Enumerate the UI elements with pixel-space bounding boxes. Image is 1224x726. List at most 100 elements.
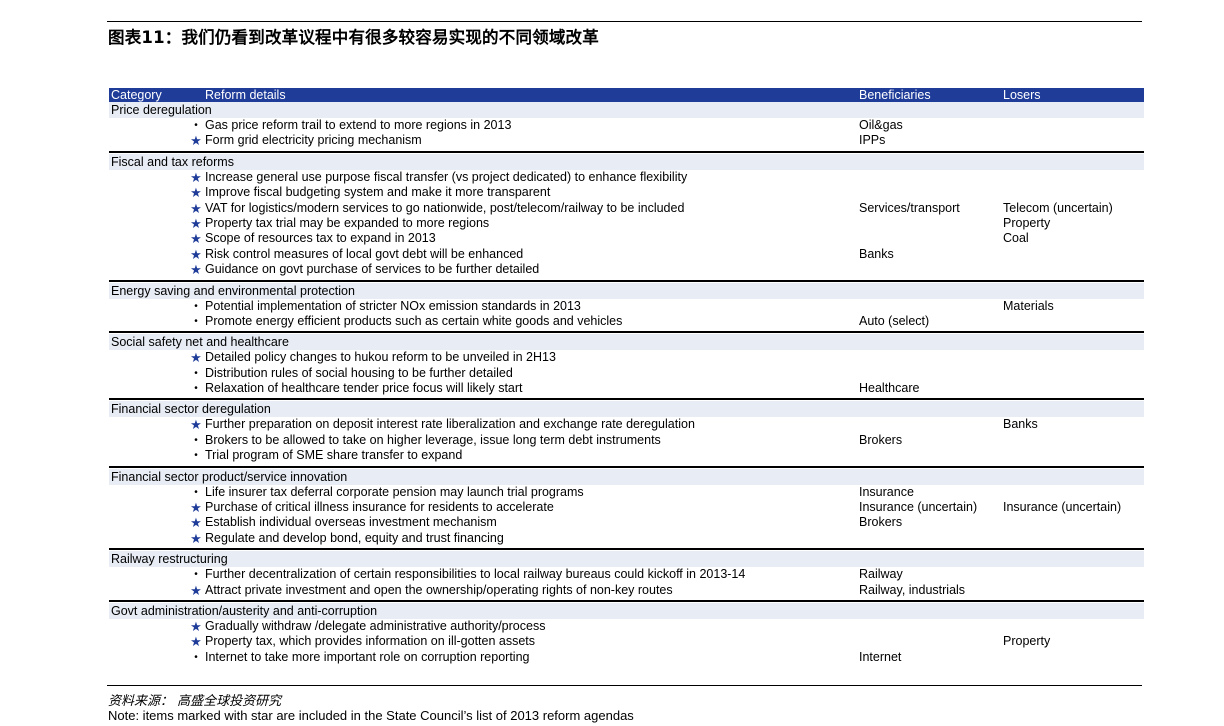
table-row: • Distribution rules of social housing to…	[109, 366, 1144, 381]
reform-detail: Attract private investment and open the …	[205, 582, 673, 597]
star-icon: ★	[190, 246, 202, 262]
star-icon: ★	[190, 515, 202, 531]
reform-detail: Distribution rules of social housing to …	[205, 365, 513, 380]
category-row: Energy saving and environmental protecti…	[109, 282, 1144, 299]
table-body: Price deregulation • Gas price reform trai…	[109, 102, 1144, 665]
star-icon: ★	[190, 350, 202, 366]
footnote: Note: items marked with star are include…	[108, 708, 634, 723]
reform-detail: Internet to take more important role on …	[205, 649, 530, 664]
reform-detail: Further preparation on deposit interest …	[205, 417, 695, 432]
bullet-icon: •	[194, 383, 198, 395]
section-divider	[109, 548, 1144, 551]
table-row: ★ Improve fiscal budgeting system and mak…	[109, 185, 1144, 200]
table-row: • Gas price reform trail to extend to mor…	[109, 118, 1144, 133]
category-row: Fiscal and tax reforms	[109, 153, 1144, 170]
bullet-icon: •	[194, 120, 198, 131]
beneficiaries-cell: Services/transport	[859, 200, 960, 215]
star-icon: ★	[190, 200, 202, 216]
reform-detail: Purchase of critical illness insurance f…	[205, 500, 554, 515]
top-rule	[107, 21, 1142, 22]
table-row: ★ Purchase of critical illness insurance …	[109, 500, 1144, 515]
star-icon: ★	[190, 262, 202, 278]
losers-cell: Insurance (uncertain)	[1003, 500, 1122, 515]
table-row: • Potential implementation of stricter NO…	[109, 299, 1144, 314]
reform-detail: Further decentralization of certain resp…	[205, 567, 746, 582]
category-row: Govt administration/austerity and anti-c…	[109, 602, 1144, 619]
table-row: ★ Scope of resources tax to expand in 201…	[109, 231, 1144, 246]
beneficiaries-cell: Banks	[859, 246, 894, 261]
table-row: ★ Further preparation on deposit interest…	[109, 417, 1144, 432]
reform-detail: Detailed policy changes to hukou reform …	[205, 350, 556, 365]
star-icon: ★	[190, 133, 202, 149]
star-icon: ★	[190, 417, 202, 433]
table-header: Category Reform details Beneficiaries Lo…	[109, 88, 1144, 102]
bullet-icon: •	[194, 367, 198, 379]
table-row: • Internet to take more important role on…	[109, 650, 1144, 665]
star-icon: ★	[190, 530, 202, 546]
header-losers: Losers	[1003, 88, 1041, 102]
section-divider	[109, 279, 1144, 282]
table-row: ★ VAT for logistics/modern services to go…	[109, 201, 1144, 216]
reform-detail: Increase general use purpose fiscal tran…	[205, 169, 688, 184]
star-icon: ★	[190, 582, 202, 598]
reform-detail: Establish individual overseas investment…	[205, 515, 497, 530]
beneficiaries-cell: Brokers	[859, 515, 903, 530]
reform-detail: Trial program of SME share transfer to e…	[205, 448, 463, 463]
beneficiaries-cell: Insurance	[859, 484, 914, 499]
table-row: ★ Risk control measures of local govt deb…	[109, 247, 1144, 262]
category-row: Railway restructuring	[109, 551, 1144, 568]
losers-cell: Property	[1003, 634, 1051, 649]
reform-detail: Scope of resources tax to expand in 2013	[205, 231, 436, 246]
reform-table: Category Reform details Beneficiaries Lo…	[109, 88, 1144, 665]
reform-detail: Regulate and develop bond, equity and tr…	[205, 530, 504, 545]
category-row: Financial sector deregulation	[109, 401, 1144, 418]
reform-detail: Property tax trial may be expanded to mo…	[205, 215, 490, 230]
section-divider	[109, 331, 1144, 334]
beneficiaries-cell: Internet	[859, 649, 902, 664]
star-icon: ★	[190, 185, 202, 201]
bullet-icon: •	[194, 300, 198, 312]
table-row: • Brokers to be allowed to take on higher…	[109, 433, 1144, 448]
table-row: ★ Property tax trial may be expanded to m…	[109, 216, 1144, 231]
table-row: ★ Attract private investment and open the…	[109, 583, 1144, 598]
header-beneficiaries: Beneficiaries	[859, 88, 931, 102]
star-icon: ★	[190, 618, 202, 634]
reform-detail: Guidance on govt purchase of services to…	[205, 262, 540, 277]
losers-cell: Property	[1003, 215, 1051, 230]
bullet-icon: •	[194, 651, 198, 663]
table-row: ★ Gradually withdraw /delegate administra…	[109, 619, 1144, 634]
beneficiaries-cell: IPPs	[859, 133, 886, 148]
star-icon: ★	[190, 634, 202, 650]
bullet-icon: •	[194, 569, 198, 581]
table-row: ★ Increase general use purpose fiscal tra…	[109, 170, 1144, 185]
header-category: Category	[111, 88, 162, 102]
losers-cell: Materials	[1003, 298, 1054, 313]
table-row: • Promote energy efficient products such …	[109, 314, 1144, 329]
bullet-icon: •	[194, 434, 198, 446]
reform-detail: Brokers to be allowed to take on higher …	[205, 432, 661, 447]
reform-detail: Gradually withdraw /delegate administrat…	[205, 618, 546, 633]
table-row: ★ Establish individual overseas investmen…	[109, 515, 1144, 530]
section-divider	[109, 599, 1144, 602]
reform-detail: Gas price reform trail to extend to more…	[205, 118, 512, 132]
beneficiaries-cell: Brokers	[859, 432, 903, 447]
star-icon: ★	[190, 215, 202, 231]
bullet-icon: •	[194, 486, 198, 498]
table-row: ★ Form grid electricity pricing mechanism…	[109, 133, 1144, 148]
reform-detail: Form grid electricity pricing mechanism	[205, 133, 422, 148]
losers-cell: Coal	[1003, 231, 1029, 246]
section-divider	[109, 398, 1144, 401]
table-row: ★ Guidance on govt purchase of services t…	[109, 262, 1144, 277]
beneficiaries-cell: Oil&gas	[859, 118, 903, 132]
reform-detail: Relaxation of healthcare tender price fo…	[205, 381, 523, 396]
losers-cell: Banks	[1003, 417, 1038, 432]
table-row: • Relaxation of healthcare tender price f…	[109, 381, 1144, 396]
table-row: ★ Detailed policy changes to hukou reform…	[109, 350, 1144, 365]
table-row: ★ Regulate and develop bond, equity and t…	[109, 531, 1144, 546]
star-icon: ★	[190, 500, 202, 516]
beneficiaries-cell: Insurance (uncertain)	[859, 500, 978, 515]
losers-cell: Telecom (uncertain)	[1003, 200, 1113, 215]
reform-detail: Potential implementation of stricter NOx…	[205, 298, 581, 313]
bullet-icon: •	[194, 450, 198, 462]
beneficiaries-cell: Railway, industrials	[859, 582, 966, 597]
